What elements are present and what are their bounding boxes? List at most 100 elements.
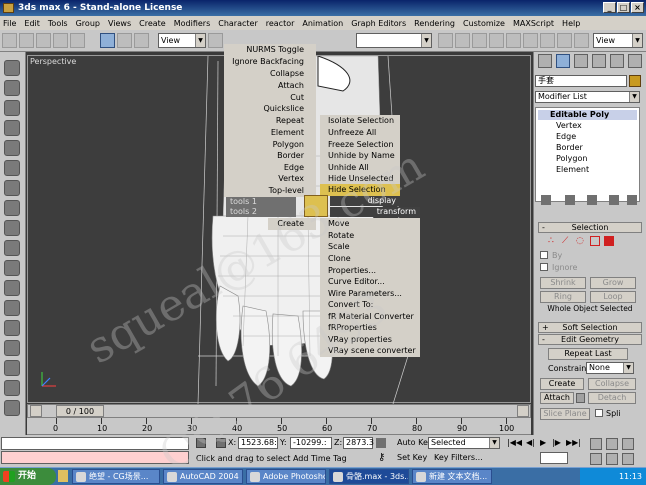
stack-item-border[interactable]: Border	[556, 143, 583, 152]
shrink-button[interactable]: Shrink	[540, 277, 586, 289]
menu-help[interactable]: Help	[562, 19, 580, 28]
menu-file[interactable]: File	[3, 19, 16, 28]
quad-item-quickslice[interactable]: Quickslice	[224, 103, 316, 115]
quad-item-element[interactable]: Element	[224, 127, 316, 139]
motion-tab-icon[interactable]	[592, 54, 606, 68]
quick-launch-icon[interactable]	[58, 470, 68, 482]
brush-icon[interactable]	[4, 400, 20, 416]
object-color-swatch[interactable]	[629, 75, 641, 87]
reference-coordinate-select[interactable]: View ▼	[158, 33, 206, 48]
stack-root-item[interactable]: Editable Poly	[538, 110, 637, 120]
pan-icon[interactable]	[606, 453, 618, 465]
ignore-backfacing-checkbox[interactable]	[540, 263, 548, 271]
object-name-field[interactable]: 手套	[535, 75, 627, 87]
material-editor-icon[interactable]	[523, 33, 538, 48]
taskbar-item-autocad[interactable]: AutoCAD 2004 ...	[163, 469, 243, 484]
hierarchy-icon[interactable]	[4, 220, 20, 236]
particles-icon[interactable]	[4, 320, 20, 336]
render-type-select[interactable]: View ▼	[593, 33, 643, 48]
timeline-ruler[interactable]: 0 10 20 30 40 50 60 70 80 90 100	[27, 418, 531, 435]
motion-icon[interactable]	[4, 240, 20, 256]
quad-center-icon[interactable]	[304, 195, 328, 217]
menu-tools[interactable]: Tools	[48, 19, 68, 28]
show-end-result-icon[interactable]	[565, 195, 575, 205]
maximize-button[interactable]: □	[617, 2, 630, 13]
by-vertex-checkbox[interactable]	[540, 251, 548, 259]
quad-item-isolate-selection[interactable]: Isolate Selection	[320, 115, 400, 127]
stack-item-polygon[interactable]: Polygon	[556, 154, 587, 163]
move-icon[interactable]	[100, 33, 115, 48]
crossing-icon[interactable]	[70, 33, 85, 48]
quad-item-clone[interactable]: Clone	[320, 253, 420, 265]
display-icon[interactable]	[4, 260, 20, 276]
element-mode-icon[interactable]	[604, 236, 614, 246]
remove-modifier-icon[interactable]	[609, 195, 619, 205]
menu-views[interactable]: Views	[108, 19, 131, 28]
hierarchy-tab-icon[interactable]	[574, 54, 588, 68]
quad-item-frproperties[interactable]: fRProperties	[320, 322, 420, 334]
quad-item-edge[interactable]: Edge	[224, 162, 316, 174]
display-tab-icon[interactable]	[610, 54, 624, 68]
named-selection-select[interactable]: ▼	[356, 33, 432, 48]
menu-create[interactable]: Create	[139, 19, 166, 28]
quad-item-wire-parameters[interactable]: Wire Parameters...	[320, 288, 420, 300]
quad-item-top-level[interactable]: Top-level	[224, 185, 316, 197]
menu-animation[interactable]: Animation	[302, 19, 343, 28]
minimize-button[interactable]: _	[603, 2, 616, 13]
quad-item-unfreeze-all[interactable]: Unfreeze All	[320, 127, 400, 139]
quad-item-curve-editor[interactable]: Curve Editor...	[320, 276, 420, 288]
go-to-end-icon[interactable]: ▶▶|	[566, 438, 581, 447]
configure-icon[interactable]	[627, 195, 637, 205]
grid-icon[interactable]	[376, 438, 386, 448]
zoom-all-icon[interactable]	[606, 438, 618, 450]
quad-item-create[interactable]: Create	[268, 218, 316, 230]
paint-icon[interactable]	[4, 380, 20, 396]
select-by-name-icon[interactable]	[36, 33, 51, 48]
quad-item-polygon[interactable]: Polygon	[224, 139, 316, 151]
menu-customize[interactable]: Customize	[463, 19, 505, 28]
viewport-label[interactable]: Perspective	[30, 57, 76, 66]
z-coordinate-field[interactable]: 2873.3	[343, 437, 374, 449]
constraints-select[interactable]: None ▼	[586, 362, 634, 374]
zoom-icon[interactable]	[590, 438, 602, 450]
taskbar-item-3dsmax[interactable]: 骨骼.max - 3ds...	[329, 469, 409, 484]
zoom-extents-icon[interactable]	[622, 438, 634, 450]
key-set-select[interactable]: Selected ▼	[428, 437, 500, 449]
polygon-mode-icon[interactable]	[590, 236, 600, 246]
bones-icon[interactable]	[4, 340, 20, 356]
quad-item-repeat[interactable]: Repeat	[224, 115, 316, 127]
quad-item-fr-material-converter[interactable]: fR Material Converter	[320, 311, 420, 323]
quad-item-border[interactable]: Border	[224, 150, 316, 162]
quad-item-hide-unselected[interactable]: Hide Unselected	[320, 173, 400, 185]
make-unique-icon[interactable]	[587, 195, 597, 205]
cameras-icon[interactable]	[4, 120, 20, 136]
shapes-icon[interactable]	[4, 80, 20, 96]
next-frame-icon[interactable]: |▶	[552, 438, 561, 447]
taskbar-item-notepad[interactable]: 新建 文本文档...	[412, 469, 492, 484]
stack-item-edge[interactable]: Edge	[556, 132, 576, 141]
link-icon[interactable]	[4, 360, 20, 376]
taskbar-item-photoshop[interactable]: Adobe Photoshop	[246, 469, 326, 484]
vertex-mode-icon[interactable]: ∴	[548, 236, 558, 246]
undo-icon[interactable]	[2, 33, 17, 48]
quad-item-attach[interactable]: Attach	[224, 80, 316, 92]
pivot-icon[interactable]	[208, 33, 223, 48]
align-icon[interactable]	[455, 33, 470, 48]
lights-icon[interactable]	[4, 100, 20, 116]
maxscript-output-field[interactable]	[1, 451, 189, 464]
mirror-icon[interactable]	[438, 33, 453, 48]
menu-graph-editors[interactable]: Graph Editors	[351, 19, 406, 28]
curve-editor-icon[interactable]	[489, 33, 504, 48]
x-coordinate-field[interactable]: 1523.68:	[238, 437, 278, 449]
detach-button[interactable]: Detach	[588, 392, 636, 404]
menu-maxscript[interactable]: MAXScript	[513, 19, 554, 28]
quad-item-cut[interactable]: Cut	[224, 92, 316, 104]
menu-edit[interactable]: Edit	[24, 19, 40, 28]
quad-item-unhide-by-name[interactable]: Unhide by Name	[320, 150, 400, 162]
attach-button[interactable]: Attach	[540, 392, 574, 404]
pin-stack-icon[interactable]	[541, 195, 551, 205]
spacewarps-icon[interactable]	[4, 160, 20, 176]
go-to-start-icon[interactable]: |◀◀	[507, 438, 522, 447]
quad-item-nurms-toggle[interactable]: NURMS Toggle	[224, 44, 316, 56]
select-region-icon[interactable]	[53, 33, 68, 48]
